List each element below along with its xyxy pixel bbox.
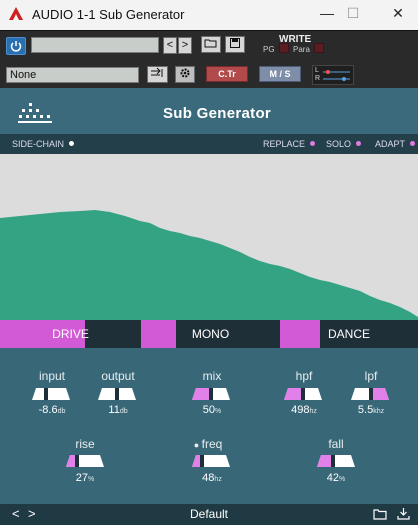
- mode-mono-button[interactable]: MONO: [141, 320, 280, 348]
- replace-indicator: [310, 141, 316, 146]
- power-icon: [10, 41, 22, 52]
- preset-footer: < > Default: [0, 504, 418, 525]
- replace-label: REPLACE: [263, 139, 306, 149]
- fall-value: 42%: [326, 472, 346, 484]
- ctr-button[interactable]: C.Tr: [206, 66, 248, 82]
- freq-value: 48hz: [202, 472, 222, 484]
- hpf-slider[interactable]: [284, 388, 322, 400]
- left-channel-label: L: [315, 67, 319, 74]
- options-bar: SIDE-CHAIN REPLACE SOLO ADAPT: [0, 134, 418, 154]
- output-slider[interactable]: [98, 388, 136, 400]
- mix-slider[interactable]: [192, 388, 230, 400]
- window-title: AUDIO 1-1 Sub Generator: [32, 7, 185, 22]
- lpf-slider[interactable]: [351, 388, 389, 400]
- download-icon[interactable]: [397, 507, 410, 520]
- output-label: output: [101, 369, 135, 383]
- output-value: 11db: [108, 404, 128, 416]
- solo-label: SOLO: [326, 139, 352, 149]
- rise-value: 27%: [75, 472, 95, 484]
- rise-label: rise: [75, 437, 95, 451]
- hpf-value: 498hz: [291, 404, 317, 416]
- lpf-label: lpf: [364, 369, 378, 383]
- fall-label: fall: [328, 437, 344, 451]
- input-label: input: [38, 369, 66, 383]
- folder-open-button[interactable]: [201, 36, 221, 53]
- routing-button[interactable]: [147, 66, 168, 83]
- adapt-toggle[interactable]: ADAPT: [375, 139, 416, 149]
- plugin-panel: Sub Generator SIDE-CHAIN REPLACE SOLO AD…: [0, 88, 418, 525]
- right-channel-label: R: [315, 75, 321, 82]
- para-write-toggle[interactable]: [314, 43, 324, 53]
- plugin-title: Sub Generator: [162, 105, 272, 122]
- preset-slot-field[interactable]: [31, 37, 159, 53]
- freq-slider[interactable]: [192, 455, 230, 467]
- adapt-label: ADAPT: [375, 139, 406, 149]
- pg-label: PG: [263, 45, 275, 54]
- save-button[interactable]: [225, 36, 245, 53]
- channel-link-icon: [323, 70, 350, 81]
- mode-drive-button[interactable]: DRIVE: [0, 320, 141, 348]
- save-icon: [230, 38, 240, 48]
- routing-icon: [150, 67, 162, 77]
- folder-icon[interactable]: [373, 508, 387, 520]
- para-label: Para: [293, 45, 310, 54]
- ms-button[interactable]: M / S: [259, 66, 301, 82]
- adapt-indicator: [410, 141, 416, 146]
- solo-indicator: [356, 141, 362, 146]
- sidechain-indicator: [69, 141, 75, 146]
- replace-toggle[interactable]: REPLACE: [263, 139, 316, 149]
- preset-prev-button[interactable]: <: [163, 37, 177, 54]
- pg-write-toggle[interactable]: [279, 43, 289, 53]
- preset-next-button[interactable]: >: [178, 37, 192, 54]
- spectrum-display: [0, 154, 418, 320]
- maximize-button[interactable]: ☐: [336, 0, 370, 28]
- preset-name[interactable]: Default: [0, 507, 418, 521]
- mode-dance-button[interactable]: DANCE: [280, 320, 418, 348]
- input-slider[interactable]: [32, 388, 70, 400]
- power-button[interactable]: [6, 37, 26, 55]
- folder-icon: [204, 39, 217, 48]
- hpf-label: hpf: [295, 369, 313, 383]
- gear-icon: [180, 68, 190, 78]
- sidechain-source-field[interactable]: None: [6, 67, 139, 83]
- solo-toggle[interactable]: SOLO: [326, 139, 362, 149]
- mix-label: mix: [202, 369, 222, 383]
- mix-value: 50%: [202, 404, 222, 416]
- close-button[interactable]: ✕: [381, 0, 415, 28]
- mode-selector: DRIVE MONO DANCE: [0, 320, 418, 348]
- host-toolbar: < > WRITE PG Para None C.Tr M / S L R: [0, 30, 418, 88]
- settings-button[interactable]: [175, 66, 195, 83]
- window-titlebar: AUDIO 1-1 Sub Generator — ☐ ✕: [0, 0, 418, 30]
- rise-slider[interactable]: [66, 455, 104, 467]
- app-logo-icon: [9, 7, 23, 20]
- sidechain-label: SIDE-CHAIN: [12, 139, 65, 149]
- channel-link-toggle[interactable]: L R: [312, 65, 354, 85]
- fall-slider[interactable]: [317, 455, 355, 467]
- sidechain-toggle[interactable]: SIDE-CHAIN: [12, 139, 75, 149]
- input-value: -8.6db: [38, 404, 66, 416]
- freq-label: ● freq: [193, 437, 223, 451]
- plugin-header: Sub Generator: [0, 88, 418, 134]
- lpf-value: 5.5khz: [357, 404, 385, 416]
